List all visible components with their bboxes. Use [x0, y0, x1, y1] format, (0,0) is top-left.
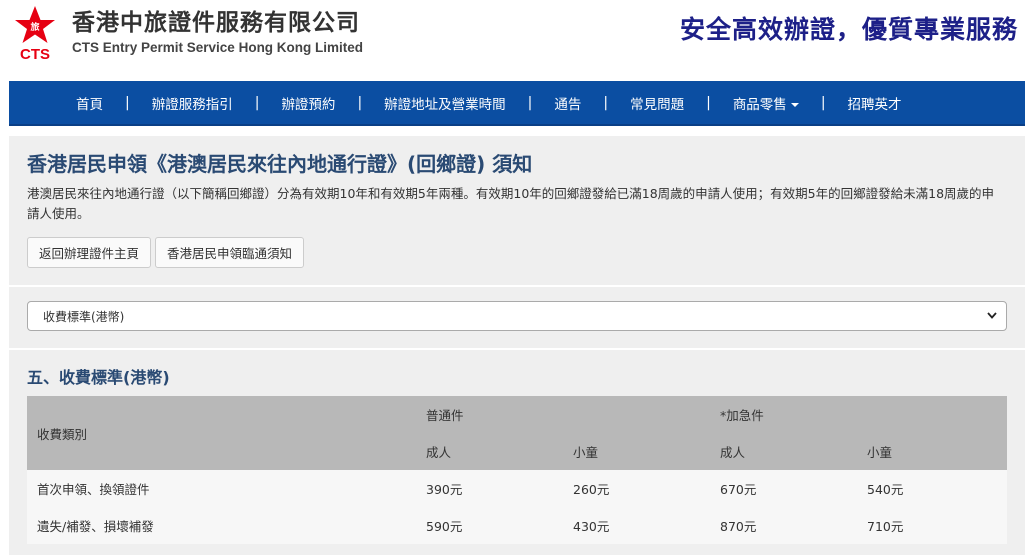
row-urgent-child: 540元: [857, 470, 1007, 507]
page-title: 香港居民申領《港澳居民來往內地通行證》(回鄉證) 須知: [27, 152, 533, 176]
nav-separator: |: [706, 94, 711, 111]
section-select[interactable]: 收費標準(港幣): [27, 301, 1007, 331]
row-normal-adult: 390元: [416, 470, 563, 507]
company-name-en: CTS Entry Permit Service Hong Kong Limit…: [72, 40, 364, 55]
nav-item-home[interactable]: 首頁: [64, 93, 115, 113]
svg-text:旅: 旅: [30, 21, 39, 33]
nav-separator: |: [603, 94, 609, 111]
row-normal-child: 430元: [563, 507, 710, 544]
header-urgent: *加急件: [710, 396, 1007, 433]
nav-item-appointment[interactable]: 辦證預約: [269, 93, 347, 113]
nav-item-notices[interactable]: 通告: [542, 93, 593, 113]
nav-item-retail[interactable]: 商品零售: [721, 93, 811, 113]
row-urgent-child: 710元: [857, 507, 1007, 544]
row-category: 首次申領、換領證件: [27, 470, 416, 507]
cts-logo-icon[interactable]: 旅 CTS: [12, 4, 58, 62]
fees-table: 收費類別 普通件 *加急件 成人 小童 成人 小童 首次申領、換領證件 390元…: [27, 396, 1007, 544]
company-name-zh: 香港中旅證件服務有限公司: [72, 10, 360, 36]
nav-item-service-guide[interactable]: 辦證服務指引: [140, 93, 245, 113]
nav-item-careers[interactable]: 招聘英才: [836, 93, 914, 113]
nav-item-faq[interactable]: 常見問題: [618, 93, 696, 113]
fees-panel: 五、收費標準(港幣) 收費類別 普通件 *加急件 成人 小童 成人 小童 首次申…: [9, 350, 1025, 555]
main-nav: 首頁 | 辦證服務指引 | 辦證預約 | 辦證地址及營業時間 | 通告 | 常見…: [9, 81, 1025, 126]
header-category: 收費類別: [27, 396, 416, 470]
nav-separator: |: [820, 94, 826, 111]
brand: 香港中旅證件服務有限公司 CTS Entry Permit Service Ho…: [72, 8, 363, 55]
logo-text: CTS: [20, 46, 50, 62]
caret-down-icon: [790, 102, 799, 107]
nav-item-addresses-hours[interactable]: 辦證地址及營業時間: [372, 93, 518, 113]
section-select-value: 收費標準(港幣): [43, 309, 125, 324]
section-title: 五、收費標準(港幣): [27, 368, 170, 387]
row-urgent-adult: 870元: [710, 507, 857, 544]
header-normal-adult: 成人: [416, 433, 563, 470]
nav-item-retail-label: 商品零售: [732, 96, 787, 113]
section-select-panel: 收費標準(港幣): [9, 287, 1025, 348]
row-normal-child: 260元: [563, 470, 710, 507]
intro-text: 港澳居民來往內地通行證（以下簡稱回鄉證）分為有效期10年和有效期5年兩種。有效期…: [27, 186, 995, 221]
header-normal: 普通件: [416, 396, 710, 433]
row-category: 遺失/補發、損壞補發: [27, 507, 416, 544]
button-row: 返回辦理證件主頁 香港居民申領臨通須知: [27, 237, 1007, 268]
site-header: 旅 CTS 香港中旅證件服務有限公司 CTS Entry Permit Serv…: [0, 0, 1034, 80]
chevron-down-icon: [987, 312, 997, 319]
nav-separator: |: [125, 94, 130, 111]
row-urgent-adult: 670元: [710, 470, 857, 507]
header-normal-child: 小童: [563, 433, 710, 470]
temporary-permit-notice-button[interactable]: 香港居民申領臨通須知: [155, 237, 305, 268]
table-row: 遺失/補發、損壞補發 590元 430元 870元 710元: [27, 507, 1007, 544]
table-header-row: 收費類別 普通件 *加急件: [27, 396, 1007, 470]
slogan: 安全高效辦證，優質專業服務: [679, 15, 1018, 44]
nav-separator: |: [357, 94, 363, 111]
nav-separator: |: [527, 94, 533, 111]
nav-separator: |: [254, 94, 260, 111]
header-urgent-child: 小童: [857, 433, 1007, 470]
intro-panel: 香港居民申領《港澳居民來往內地通行證》(回鄉證) 須知 港澳居民來往內地通行證（…: [9, 136, 1025, 285]
header-urgent-adult: 成人: [710, 433, 857, 470]
back-to-main-button[interactable]: 返回辦理證件主頁: [27, 237, 152, 268]
row-normal-adult: 590元: [416, 507, 563, 544]
table-row: 首次申領、換領證件 390元 260元 670元 540元: [27, 470, 1007, 507]
